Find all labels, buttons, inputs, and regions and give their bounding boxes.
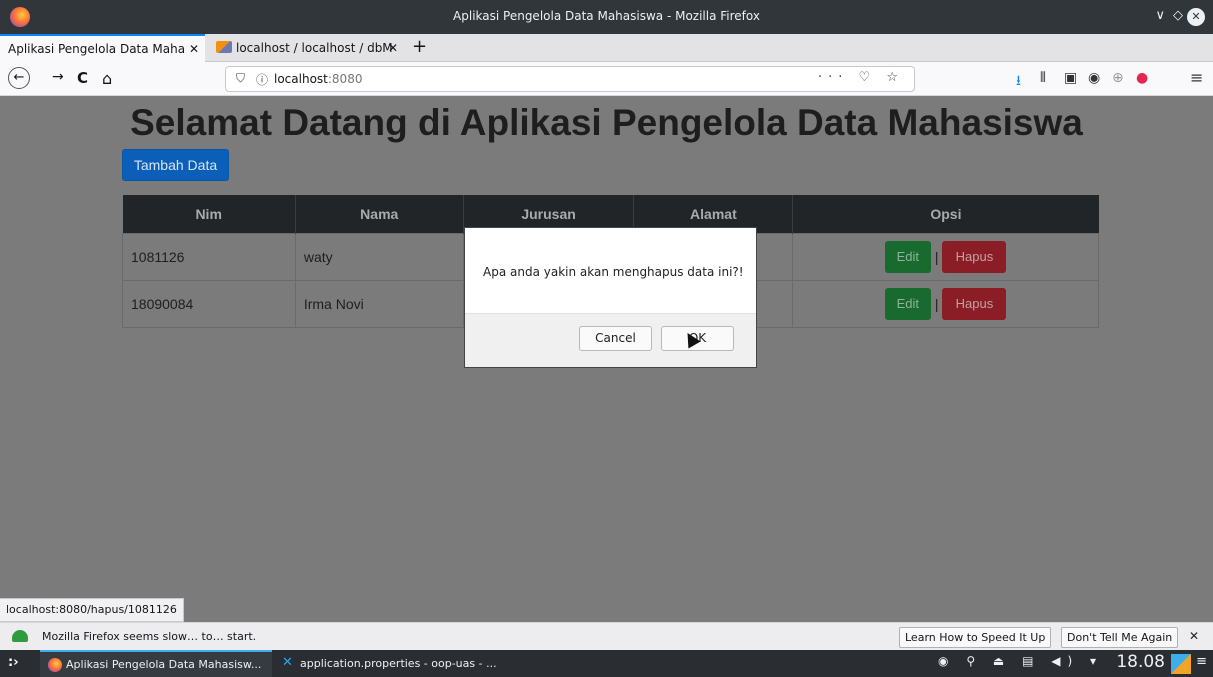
task-label: application.properties - oop-uas - ... <box>300 657 497 670</box>
clock[interactable]: 18.08 <box>1116 652 1165 672</box>
sidebar-icon[interactable]: ▣ <box>1064 70 1077 86</box>
window-title: Aplikasi Pengelola Data Mahasiswa - Mozi… <box>453 9 760 23</box>
extension-icon[interactable]: ⊕ <box>1112 70 1124 86</box>
info-icon[interactable]: ⓘ <box>256 71 268 88</box>
new-tab-button[interactable]: + <box>412 36 427 57</box>
task-firefox[interactable]: Aplikasi Pengelola Data Mahasisw... <box>40 650 272 677</box>
column-header-nama: Nama <box>295 195 464 233</box>
tab-phpmyadmin[interactable]: localhost / localhost / dbM ✕ <box>208 34 404 62</box>
shield-icon[interactable]: ⛉ <box>236 71 245 86</box>
page-content: Selamat Datang di Aplikasi Pengelola Dat… <box>0 96 1213 622</box>
dialog-message: Apa anda yakin akan menghapus data ini?! <box>483 265 744 279</box>
edit-button[interactable]: Edit <box>884 287 931 320</box>
cell-nama: waty <box>294 232 464 281</box>
column-header-opsi: Opsi <box>792 195 1099 233</box>
page-actions-icon[interactable]: ··· ♡ ☆ <box>818 70 904 85</box>
back-button[interactable]: ← <box>8 67 30 89</box>
system-tray-icons[interactable]: ◉ ⚲ ⏏ ▤ ◀) ▾ <box>938 654 1103 668</box>
separator: | <box>934 295 939 312</box>
app-launcher-icon[interactable]: :› <box>8 655 19 670</box>
cell-nim: 1081126 <box>122 232 296 281</box>
add-data-button[interactable]: Tambah Data <box>122 149 229 181</box>
cell-nim: 18090084 <box>122 279 296 328</box>
close-window-icon[interactable]: ✕ <box>1187 8 1205 26</box>
cell-opsi: Edit | Hapus <box>792 279 1099 328</box>
notification-bar: Mozilla Firefox seems slow… to… start. L… <box>0 622 1213 650</box>
tab-aplikasi[interactable]: Aplikasi Pengelola Data Maha ✕ <box>0 34 205 62</box>
confirm-dialog: Apa anda yakin akan menghapus data ini?!… <box>464 227 757 368</box>
url-bar[interactable]: ⛉ ⓘ localhost:8080 ··· ♡ ☆ <box>225 66 915 92</box>
maximize-icon[interactable]: ◇ <box>1173 8 1183 23</box>
library-icon[interactable]: ⫴ <box>1040 70 1046 86</box>
taskbar: :› Aplikasi Pengelola Data Mahasisw... ✕… <box>0 650 1213 677</box>
tab-label: localhost / localhost / dbM <box>236 41 393 55</box>
cancel-button[interactable]: Cancel <box>579 326 652 351</box>
kde-corner-icon[interactable] <box>1171 654 1191 674</box>
forward-button[interactable]: → <box>52 69 64 85</box>
home-button[interactable]: ⌂ <box>102 69 112 88</box>
dialog-footer: Cancel OK <box>465 313 756 367</box>
tab-close-icon[interactable]: ✕ <box>189 36 199 62</box>
learn-speed-button[interactable]: Learn How to Speed It Up <box>899 627 1052 648</box>
delete-button[interactable]: Hapus <box>942 287 1007 320</box>
status-link-preview: localhost:8080/hapus/1081126 <box>0 598 184 622</box>
window-titlebar: Aplikasi Pengelola Data Mahasiswa - Mozi… <box>0 0 1213 34</box>
task-label: Aplikasi Pengelola Data Mahasisw... <box>66 658 262 671</box>
tab-label: Aplikasi Pengelola Data Maha <box>8 42 186 56</box>
panel-menu-icon[interactable]: ≡ <box>1196 654 1207 669</box>
cell-nama: Irma Novi <box>294 279 464 328</box>
cell-opsi: Edit | Hapus <box>792 232 1099 281</box>
dont-tell-again-button[interactable]: Don't Tell Me Again <box>1061 627 1179 648</box>
separator: | <box>934 248 939 265</box>
alert-icon[interactable]: ● <box>1136 70 1148 86</box>
edit-button[interactable]: Edit <box>884 240 931 273</box>
notification-message: Mozilla Firefox seems slow… to… start. <box>42 630 257 643</box>
close-notification-icon[interactable]: ✕ <box>1189 629 1199 643</box>
phpmyadmin-icon <box>216 41 232 53</box>
download-icon[interactable]: ⭳ <box>1016 70 1021 94</box>
account-icon[interactable]: ◉ <box>1088 70 1100 86</box>
vscode-icon: ✕ <box>282 655 293 670</box>
task-vscode[interactable]: ✕ application.properties - oop-uas - ... <box>274 650 506 677</box>
tab-close-icon[interactable]: ✕ <box>388 34 398 62</box>
tab-bar: Aplikasi Pengelola Data Maha ✕ localhost… <box>0 34 1213 62</box>
column-header-nim: Nim <box>122 195 296 233</box>
turtle-icon <box>12 630 28 642</box>
url-text[interactable]: localhost:8080 <box>274 72 362 86</box>
page-title: Selamat Datang di Aplikasi Pengelola Dat… <box>130 102 1083 143</box>
minimize-icon[interactable]: ∨ <box>1155 8 1165 23</box>
firefox-icon <box>48 658 62 672</box>
navigation-bar: ← → C ⌂ ⛉ ⓘ localhost:8080 ··· ♡ ☆ ⭳ ⫴ ▣… <box>0 62 1213 96</box>
reload-button[interactable]: C <box>77 69 88 87</box>
menu-icon[interactable]: ≡ <box>1190 68 1203 87</box>
delete-button[interactable]: Hapus <box>942 240 1007 273</box>
